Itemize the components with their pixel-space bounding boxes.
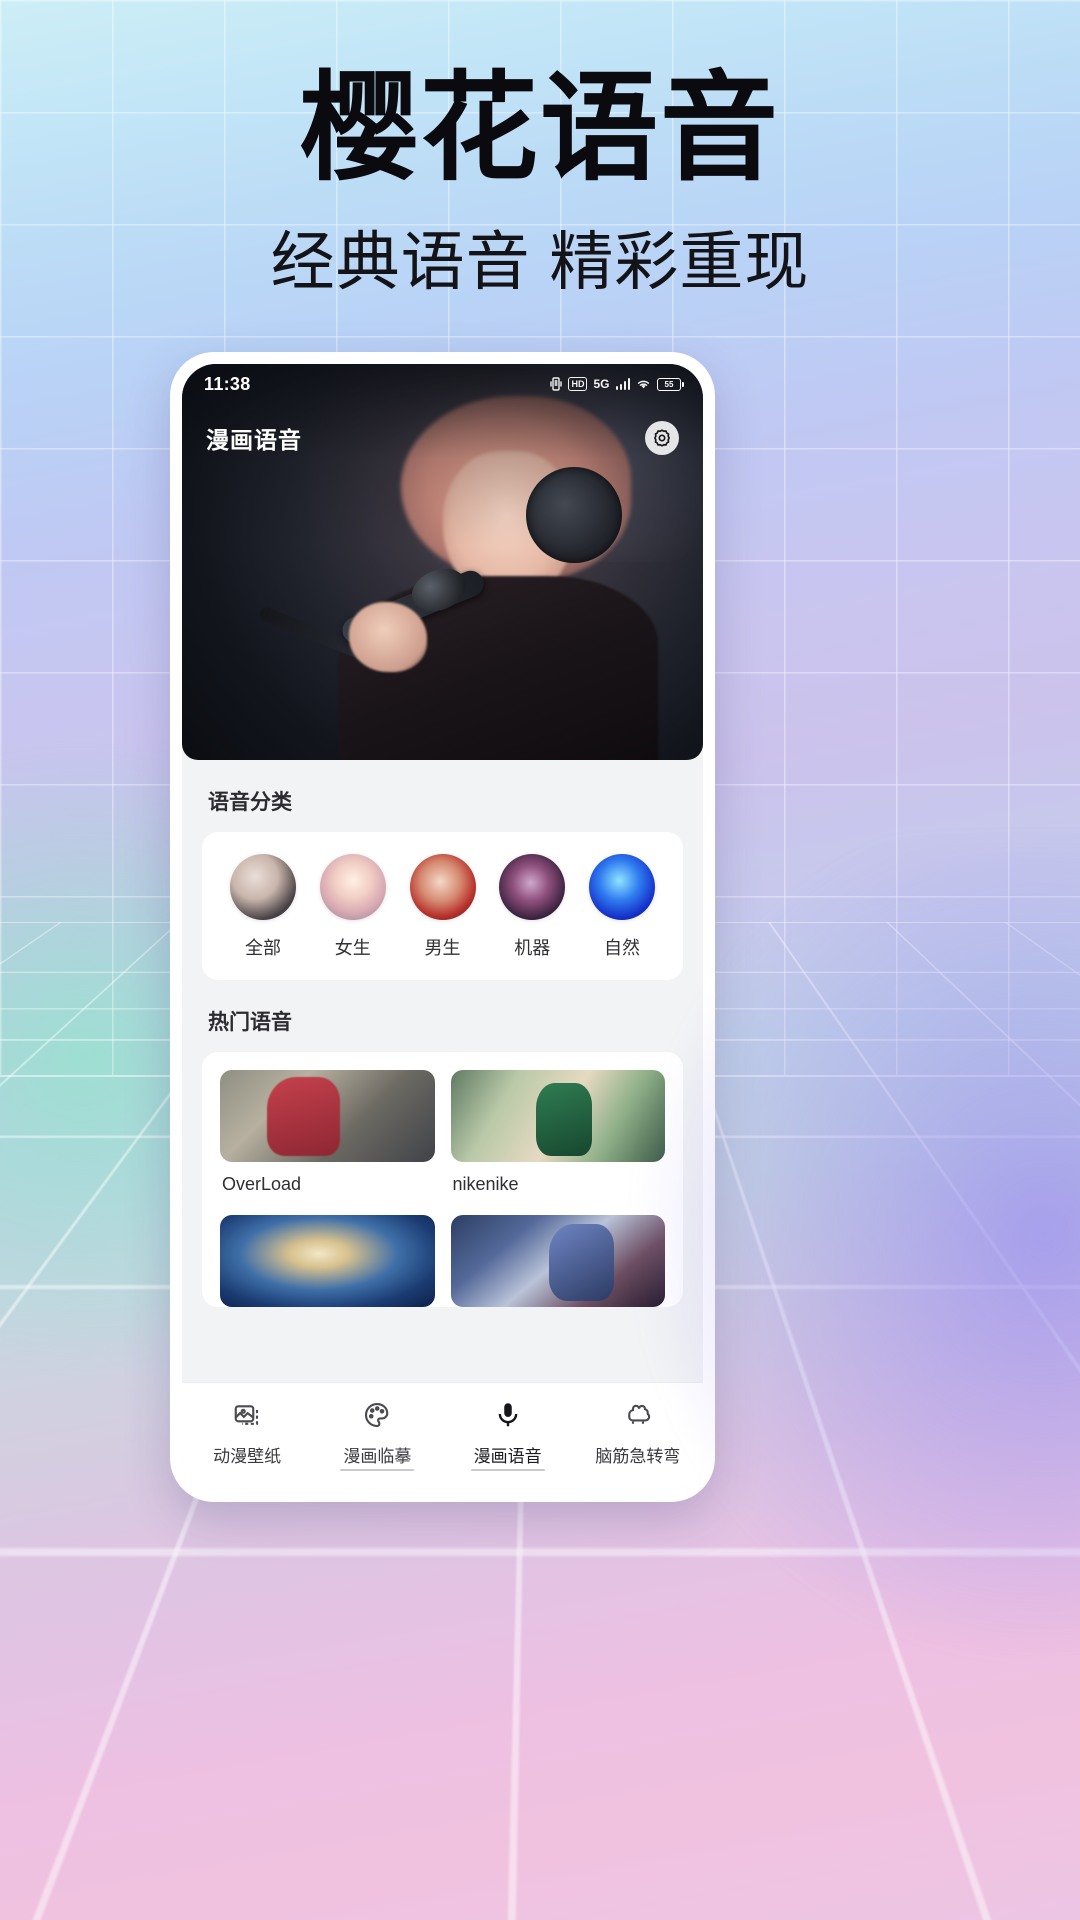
avatar-male (409, 854, 476, 920)
hd-icon: HD (568, 377, 588, 391)
hero-banner: 11:38 HD 5G 55 漫画语音 (182, 364, 703, 760)
content-scroll-area[interactable]: 语音分类 全部 女生 男生 机器 自然 热门语音 OverLoad nikeni… (182, 760, 703, 1382)
status-time: 11:38 (204, 373, 251, 394)
category-item-female[interactable]: 女生 (312, 854, 394, 960)
wifi-icon (636, 378, 651, 390)
status-icons: HD 5G 55 (550, 377, 684, 391)
category-label: 自然 (604, 938, 640, 958)
thumb-nikenike (450, 1070, 665, 1162)
hot-voice-name: OverLoad (222, 1174, 302, 1194)
hot-voice-name: nikenike (452, 1174, 519, 1194)
avatar-robot (499, 854, 566, 920)
hot-voices-card: OverLoad nikenike (202, 1052, 683, 1307)
tab-label: 漫画临摹 (343, 1447, 412, 1466)
hot-voice-item[interactable]: nikenike (450, 1070, 665, 1199)
category-item-robot[interactable]: 机器 (491, 854, 573, 960)
voice-categories-list: 全部 女生 男生 机器 自然 (202, 832, 683, 980)
tab-label: 脑筋急转弯 (595, 1447, 681, 1466)
category-label: 全部 (245, 938, 281, 958)
phone-mockup: 11:38 HD 5G 55 漫画语音 语音分类 全部 女生 男生 机器 自然 … (170, 352, 715, 1502)
thumb-onepiece (220, 1215, 435, 1307)
tab-label: 动漫壁纸 (213, 1447, 282, 1466)
category-label: 女生 (334, 938, 371, 958)
phone-screen: 11:38 HD 5G 55 漫画语音 语音分类 全部 女生 男生 机器 自然 … (182, 364, 703, 1490)
section-title-categories: 语音分类 (208, 791, 292, 814)
wallpaper-icon (232, 1400, 262, 1430)
signal-bars-icon (615, 378, 630, 390)
app-header: 漫画语音 (182, 410, 703, 466)
hot-voice-item[interactable] (450, 1215, 665, 1307)
category-item-nature[interactable]: 自然 (581, 854, 663, 960)
avatar-all (230, 854, 296, 920)
voice-categories-card: 全部 女生 男生 机器 自然 (202, 832, 683, 980)
bottom-tab-bar: 动漫壁纸 漫画临摹 漫画语音 脑筋急转弯 (182, 1382, 703, 1490)
hot-voice-item[interactable]: OverLoad (220, 1070, 435, 1199)
tab-anime-wallpaper[interactable]: 动漫壁纸 (182, 1400, 312, 1467)
tab-underline (470, 1469, 545, 1471)
gear-icon[interactable] (645, 421, 679, 455)
category-label: 机器 (514, 938, 551, 958)
avatar-female (319, 854, 386, 920)
battery-icon: 55 (657, 377, 684, 391)
tab-comic-tracing[interactable]: 漫画临摹 (312, 1400, 442, 1471)
vibrate-icon (550, 377, 563, 391)
brain-icon (623, 1400, 653, 1430)
microphone-icon (493, 1400, 523, 1430)
tab-brain-teaser[interactable]: 脑筋急转弯 (573, 1400, 703, 1467)
network-5g-icon: 5G (593, 377, 610, 391)
palette-icon (362, 1400, 392, 1430)
thumb-conan (450, 1215, 665, 1307)
tab-underline (340, 1469, 415, 1471)
tab-label: 漫画语音 (473, 1447, 542, 1466)
hot-voice-item[interactable] (220, 1215, 435, 1307)
category-item-male[interactable]: 男生 (402, 854, 484, 960)
poster-subtitle: 经典语音 精彩重现 (270, 226, 810, 298)
thumb-overload (220, 1070, 435, 1162)
category-label: 男生 (424, 938, 461, 958)
category-item-all[interactable]: 全部 (222, 854, 304, 960)
poster-background: 樱花语音 经典语音 精彩重现 11:38 HD 5G 55 漫画语音 语音分类 … (0, 0, 1080, 1920)
poster-title: 樱花语音 (299, 63, 780, 195)
section-title-hot: 热门语音 (208, 1011, 292, 1034)
avatar-nature (589, 854, 655, 920)
tab-comic-voice[interactable]: 漫画语音 (443, 1400, 573, 1471)
app-title: 漫画语音 (206, 427, 302, 453)
status-bar: 11:38 HD 5G 55 (182, 364, 703, 404)
